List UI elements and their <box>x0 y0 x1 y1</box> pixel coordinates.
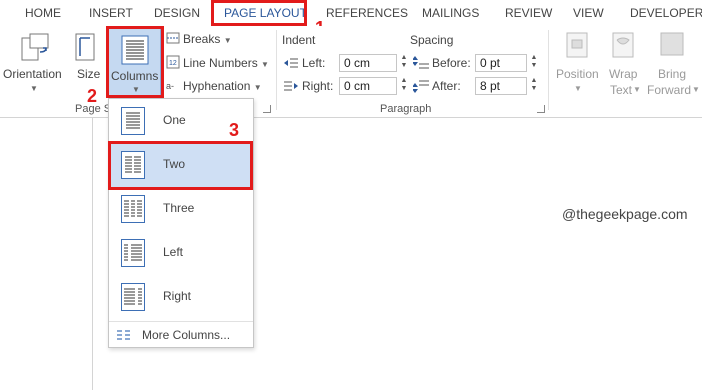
tab-review[interactable]: REVIEW <box>505 0 552 26</box>
wrap-text-label-2[interactable]: Text <box>610 83 632 97</box>
menu-item-label: One <box>163 113 186 127</box>
bring-forward-label-1[interactable]: Bring <box>658 67 686 81</box>
size-icon[interactable] <box>74 32 98 67</box>
spacing-before-spinner[interactable]: ▲ ▼ <box>529 54 539 72</box>
step-3-marker: 3 <box>229 120 240 140</box>
tab-developer[interactable]: DEVELOPER <box>630 0 702 26</box>
indent-left-label: Left: <box>302 56 326 70</box>
svg-text:a-: a- <box>166 81 174 91</box>
bring-forward-label-2[interactable]: Forward <box>647 83 691 97</box>
page-layout-highlight <box>211 0 307 26</box>
orientation-icon[interactable] <box>20 32 50 67</box>
ribbon-tab-bar: HOME INSERT DESIGN PAGE LAYOUT REFERENCE… <box>0 0 702 38</box>
spacing-after-icon <box>412 79 429 96</box>
svg-text:12: 12 <box>169 60 177 67</box>
more-columns-item[interactable]: More Columns... <box>109 323 253 347</box>
columns-highlight <box>106 26 164 98</box>
menu-item-label: Right <box>163 289 192 303</box>
indent-title: Indent <box>282 33 316 47</box>
menu-item-label: Left <box>163 245 184 259</box>
menu-item-left[interactable]: Left <box>109 231 253 275</box>
menu-item-label: Three <box>163 201 195 215</box>
step-2-marker: 2 <box>87 86 98 106</box>
position-button[interactable]: Position <box>556 67 599 81</box>
chevron-down-icon: ▼ <box>633 85 641 94</box>
watermark-text: @thegeekpage.com <box>562 206 688 222</box>
one-column-icon <box>121 107 145 135</box>
hyphenation-icon: a- <box>166 78 180 95</box>
line-numbers-label: Line Numbers <box>183 56 258 70</box>
ribbon-panel: Orientation ▼ Size Columns ▼ Breaks ▼ 12… <box>0 26 702 118</box>
hyphenation-label: Hyphenation <box>183 79 251 93</box>
chevron-down-icon: ▼ <box>692 85 700 94</box>
spacing-after-spinner[interactable]: ▲ ▼ <box>529 77 539 95</box>
spacing-title: Spacing <box>410 33 454 47</box>
tab-design[interactable]: DESIGN <box>154 0 200 26</box>
ribbon-separator <box>276 30 277 110</box>
bring-forward-icon <box>660 32 684 61</box>
indent-left-spinner[interactable]: ▲ ▼ <box>399 54 409 72</box>
right-column-icon <box>121 283 145 311</box>
line-numbers-button[interactable]: Line Numbers ▼ <box>183 56 269 70</box>
spacing-after-field[interactable]: 8 pt <box>475 77 527 95</box>
tab-references[interactable]: REFERENCES <box>326 0 408 26</box>
orientation-label[interactable]: Orientation <box>3 67 62 81</box>
chevron-down-icon: ▼ <box>253 83 262 92</box>
indent-right-label: Right: <box>302 79 334 93</box>
document-area[interactable] <box>0 118 702 390</box>
breaks-icon <box>166 32 180 47</box>
indent-left-icon <box>284 57 298 72</box>
spacing-before-label: Before: <box>432 56 471 70</box>
three-columns-icon <box>121 195 145 223</box>
breaks-label: Breaks <box>183 32 221 46</box>
tab-home[interactable]: HOME <box>25 0 61 26</box>
indent-right-icon <box>284 80 298 95</box>
ribbon-separator <box>548 30 549 110</box>
more-columns-icon <box>117 330 130 340</box>
line-numbers-icon: 12 <box>166 55 180 72</box>
wrap-text-icon <box>612 32 634 61</box>
hyphenation-button[interactable]: Hyphenation ▼ <box>183 79 262 93</box>
menu-item-right[interactable]: Right <box>109 275 253 319</box>
tab-mailings[interactable]: MAILINGS <box>422 0 479 26</box>
size-label[interactable]: Size <box>77 67 100 81</box>
tab-insert[interactable]: INSERT <box>89 0 133 26</box>
more-columns-label: More Columns... <box>142 328 231 342</box>
indent-right-field[interactable]: 0 cm <box>339 77 397 95</box>
chevron-down-icon: ▼ <box>261 60 269 69</box>
menu-divider <box>109 321 253 322</box>
indent-right-spinner[interactable]: ▲ ▼ <box>399 77 409 95</box>
paragraph-group-label: Paragraph <box>380 103 432 115</box>
position-icon <box>566 32 588 61</box>
page-setup-launcher-icon[interactable] <box>263 105 271 113</box>
two-columns-highlight <box>108 141 253 190</box>
spacing-after-label: After: <box>432 79 461 93</box>
page-edge <box>92 118 93 390</box>
spacing-before-icon <box>412 56 429 73</box>
chevron-down-icon: ▼ <box>30 84 38 93</box>
paragraph-launcher-icon[interactable] <box>537 105 545 113</box>
wrap-text-label-1[interactable]: Wrap <box>609 67 637 81</box>
menu-item-three[interactable]: Three <box>109 187 253 231</box>
indent-left-field[interactable]: 0 cm <box>339 54 397 72</box>
left-column-icon <box>121 239 145 267</box>
spacing-before-field[interactable]: 0 pt <box>475 54 527 72</box>
chevron-down-icon: ▼ <box>223 36 232 45</box>
breaks-button[interactable]: Breaks ▼ <box>183 32 232 46</box>
tab-view[interactable]: VIEW <box>573 0 604 26</box>
chevron-down-icon: ▼ <box>574 84 582 93</box>
